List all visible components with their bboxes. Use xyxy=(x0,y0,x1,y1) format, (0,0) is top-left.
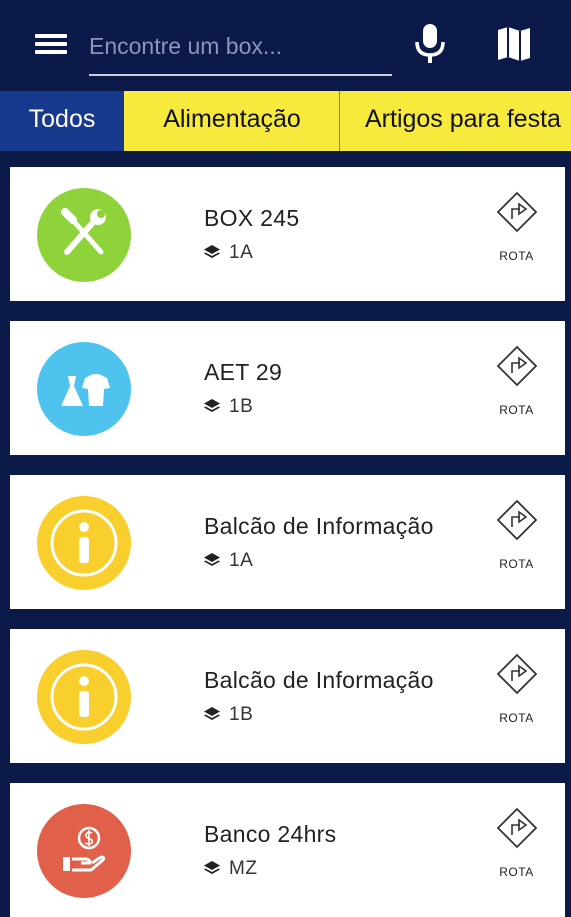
route-button[interactable]: ROTA xyxy=(489,345,544,425)
route-button[interactable]: ROTA xyxy=(489,807,544,887)
item-title: Banco 24hrs xyxy=(204,821,337,847)
route-icon xyxy=(496,499,538,541)
clothing-icon xyxy=(37,342,131,436)
route-label: ROTA xyxy=(499,557,534,571)
item-title: AET 29 xyxy=(204,359,283,385)
route-button[interactable]: ROTA xyxy=(489,499,544,579)
item-title: BOX 245 xyxy=(204,205,300,231)
list-item[interactable]: Banco 24hrs MZ ROTA xyxy=(10,783,565,917)
layers-icon xyxy=(204,861,220,874)
tools-icon xyxy=(37,188,131,282)
tab-todos[interactable]: Todos xyxy=(0,91,124,151)
layers-icon xyxy=(204,399,220,412)
layers-icon xyxy=(204,245,220,258)
category-tabs: Todos Alimentação Artigos para festa xyxy=(0,91,571,151)
list-item[interactable]: BOX 245 1A ROTA xyxy=(10,167,565,301)
floor-label: 1A xyxy=(229,242,254,263)
layers-icon xyxy=(204,553,220,566)
search-input[interactable] xyxy=(89,28,389,64)
item-title: Balcão de Informação xyxy=(204,513,434,539)
route-icon xyxy=(496,653,538,695)
microphone-icon[interactable] xyxy=(412,22,448,66)
route-icon xyxy=(496,191,538,233)
floor-label: 1B xyxy=(229,396,254,417)
route-icon xyxy=(496,807,538,849)
floor-label: 1A xyxy=(229,550,254,571)
layers-icon xyxy=(204,707,220,720)
menu-icon[interactable] xyxy=(33,29,69,59)
search-field xyxy=(89,20,392,76)
route-label: ROTA xyxy=(499,403,534,417)
route-label: ROTA xyxy=(499,865,534,879)
money-hand-icon xyxy=(37,804,131,898)
route-button[interactable]: ROTA xyxy=(489,653,544,733)
info-icon xyxy=(37,650,131,744)
floor-label: 1B xyxy=(229,704,254,725)
floor-label: MZ xyxy=(229,858,258,879)
item-title: Balcão de Informação xyxy=(204,667,434,693)
route-label: ROTA xyxy=(499,249,534,263)
list-item[interactable]: AET 29 1B ROTA xyxy=(10,321,565,455)
tab-artigos-para-festa[interactable]: Artigos para festa xyxy=(340,91,571,151)
list-item[interactable]: Balcão de Informação 1A ROTA xyxy=(10,475,565,609)
route-button[interactable]: ROTA xyxy=(489,191,544,271)
tab-alimentacao[interactable]: Alimentação xyxy=(125,91,339,151)
list-item[interactable]: Balcão de Informação 1B ROTA xyxy=(10,629,565,763)
map-icon[interactable] xyxy=(494,24,534,64)
route-label: ROTA xyxy=(499,711,534,725)
route-icon xyxy=(496,345,538,387)
info-icon xyxy=(37,496,131,590)
app-header xyxy=(0,0,571,91)
